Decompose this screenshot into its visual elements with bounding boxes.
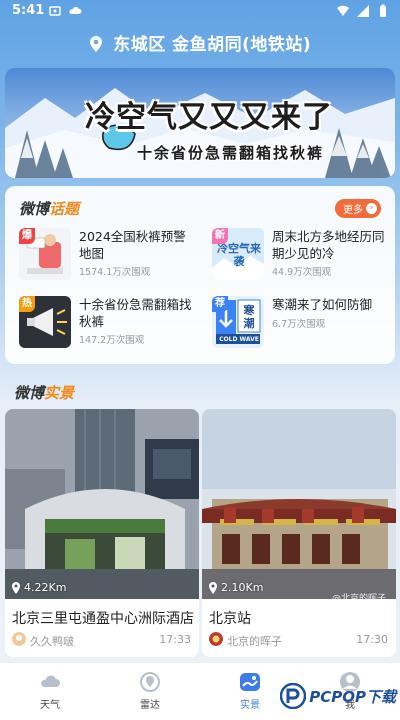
topic-thumb-sublabel: COLD WAVE bbox=[219, 336, 259, 343]
status-time: 5:41 bbox=[12, 3, 45, 18]
topic-views: 147.2万次围观 bbox=[79, 335, 145, 346]
scene-user[interactable]: 久久鸭啵 bbox=[30, 633, 74, 649]
topic-views: 1574.1万次围观 bbox=[79, 267, 151, 278]
wifi-icon bbox=[337, 5, 349, 16]
topic-text: 十余省份急需翻箱找秋裤 bbox=[79, 297, 192, 329]
hot-tag: 爆 bbox=[19, 228, 35, 244]
scene-user[interactable]: 北京的晖子 bbox=[227, 633, 282, 649]
topic-item[interactable]: 寒潮 COLD WAVE 荐 寒潮来了如何防御 6.7万次围观 bbox=[212, 296, 392, 352]
location-text: 东城区 金鱼胡同(地铁站) bbox=[113, 35, 312, 55]
distance-label: 4.22Km bbox=[11, 581, 66, 594]
status-bar: 5:41 bbox=[0, 0, 400, 24]
hot-topics-title: 微博话题 bbox=[19, 200, 80, 218]
cloud-status-icon bbox=[69, 7, 82, 14]
location-header[interactable]: 东城区 金鱼胡同(地铁站) bbox=[0, 30, 400, 55]
banner[interactable]: 冷空气又又又来了 十余省份急需翻箱找秋裤 bbox=[5, 68, 395, 178]
topic-item[interactable]: 冷空气来袭 新 周末北方多地经历同期少见的冷 44.9万次围观 bbox=[212, 228, 392, 284]
topic-views: 44.9万次围观 bbox=[272, 267, 332, 278]
brand-watermark: PCPOP下载 bbox=[280, 683, 396, 709]
scene-photo bbox=[5, 409, 199, 599]
recommend-tag: 荐 bbox=[212, 296, 228, 312]
avatar[interactable] bbox=[12, 632, 26, 646]
radar-icon bbox=[140, 672, 160, 692]
avatar[interactable] bbox=[209, 632, 223, 646]
banner-subtitle: 十余省份急需翻箱找秋裤 bbox=[137, 144, 325, 162]
topic-thumb-label: 寒潮 bbox=[243, 304, 255, 330]
hot-topics-card: 微博话题 更多 › 爆 2024全国秋裤预警地图 1574.1万次围观 冷空气来… bbox=[5, 186, 395, 364]
cloud-icon bbox=[41, 675, 60, 687]
trending-tag: 热 bbox=[19, 296, 35, 312]
topic-item[interactable]: 热 十余省份急需翻箱找秋裤 147.2万次围观 bbox=[19, 296, 199, 352]
more-button[interactable]: 更多 › bbox=[335, 199, 381, 218]
scene-name: 北京三里屯通盈中心洲际酒店 bbox=[12, 611, 194, 627]
nav-radar[interactable]: 雷达 bbox=[120, 671, 180, 711]
scenes-title: 微博实景 bbox=[14, 384, 75, 402]
banner-title: 冷空气又又又来了 bbox=[85, 100, 333, 135]
scene-card[interactable]: @北京的晖子 2.10Km 北京站 北京的晖子 17:30 bbox=[202, 409, 396, 657]
topic-views: 6.7万次围观 bbox=[272, 319, 326, 330]
scene-card[interactable]: 4.22Km 北京三里屯通盈中心洲际酒店 久久鸭啵 17:33 bbox=[5, 409, 199, 657]
photo-icon bbox=[240, 673, 260, 691]
topic-item[interactable]: 爆 2024全国秋裤预警地图 1574.1万次围观 bbox=[19, 228, 199, 284]
location-pin-icon bbox=[209, 581, 217, 594]
new-tag: 新 bbox=[212, 228, 228, 244]
distance-label: 2.10Km bbox=[208, 581, 263, 594]
brand-logo-icon bbox=[280, 683, 307, 709]
scene-photo bbox=[202, 409, 396, 599]
battery-icon bbox=[380, 4, 386, 17]
location-pin-icon bbox=[12, 581, 20, 594]
scene-time: 17:30 bbox=[356, 633, 388, 646]
notification-icon bbox=[49, 6, 61, 16]
photo-watermark: @北京的晖子 bbox=[331, 594, 386, 604]
topic-text: 周末北方多地经历同期少见的冷 bbox=[272, 229, 385, 261]
nav-weather[interactable]: 天气 bbox=[20, 671, 80, 711]
location-pin-icon bbox=[89, 36, 102, 52]
scene-name: 北京站 bbox=[209, 611, 251, 627]
topic-thumb-label: 冷空气来袭 bbox=[217, 242, 261, 268]
nav-scenes[interactable]: 实景 bbox=[220, 671, 280, 711]
chevron-right-icon: › bbox=[366, 203, 377, 214]
topic-text: 2024全国秋裤预警地图 bbox=[79, 229, 186, 261]
scene-time: 17:33 bbox=[159, 633, 191, 646]
signal-icon bbox=[357, 5, 369, 17]
topic-text: 寒潮来了如何防御 bbox=[272, 297, 373, 312]
